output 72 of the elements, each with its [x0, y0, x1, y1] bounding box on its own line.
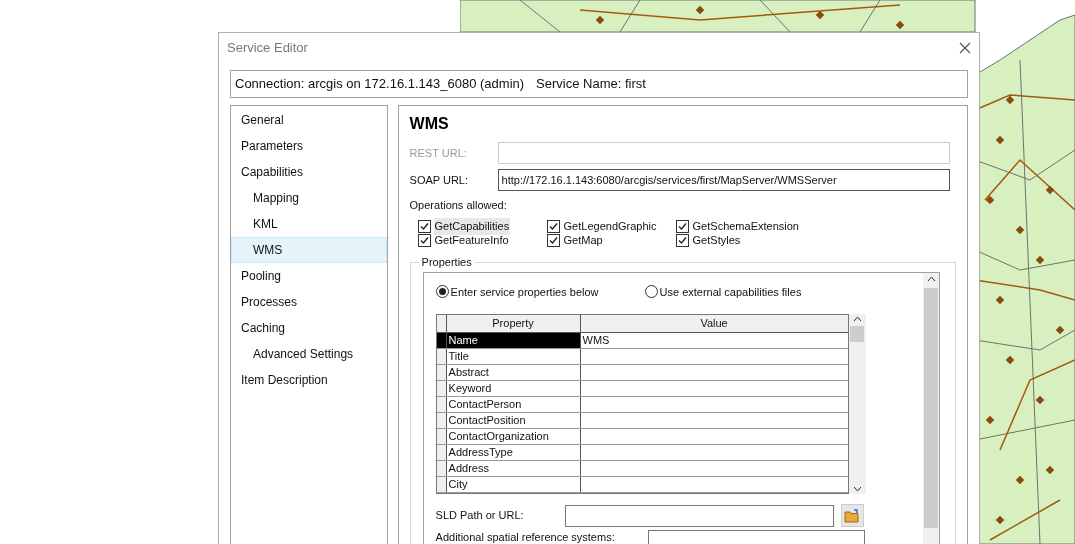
row-header[interactable] [436, 477, 447, 492]
table-cell: Name [446, 333, 581, 348]
scroll-down-icon[interactable] [852, 486, 862, 492]
sidebar-item[interactable]: WMS [231, 237, 387, 263]
field-label: REST URL: [409, 145, 468, 161]
table-cell: City [446, 477, 581, 492]
column-header[interactable]: Property [446, 315, 581, 332]
radio-button[interactable] [644, 285, 658, 299]
row-header[interactable] [436, 413, 447, 428]
radio-label: Use external capabilities files [659, 284, 802, 300]
table-cell: Abstract [446, 365, 581, 380]
row-header[interactable] [436, 349, 447, 364]
scroll-thumb[interactable] [850, 326, 865, 342]
scroll-thumb[interactable] [924, 287, 938, 528]
row-header[interactable] [436, 445, 447, 460]
url-field[interactable] [497, 142, 950, 164]
checkbox-label: GetCapabilities [433, 218, 511, 235]
row-header[interactable] [436, 333, 447, 348]
url-field[interactable]: http://172.16.1.143:6080/arcgis/services/first/MapServer/WMSServer [497, 169, 950, 191]
checkbox-label: GetMap [562, 233, 604, 249]
table-cell: ContactPosition [446, 413, 581, 428]
sidebar-item[interactable]: Caching [231, 315, 387, 341]
connection-text: Connection: arcgis on 172.16.1.143_6080 (admin) [235, 75, 525, 94]
sidebar-item[interactable]: Capabilities [231, 159, 387, 185]
folder-icon [844, 508, 861, 523]
sld-label: SLD Path or URL: [435, 508, 525, 524]
sidebar-item[interactable]: KML [231, 211, 387, 237]
sidebar-item[interactable]: Parameters [231, 133, 387, 159]
checkbox[interactable] [546, 234, 560, 247]
window-title: Service Editor [227, 38, 308, 57]
sidebar-item[interactable]: Processes [231, 289, 387, 315]
panel-scrollbar[interactable] [923, 272, 939, 544]
sidebar-item[interactable]: Mapping [231, 185, 387, 211]
panel-heading: WMS [409, 114, 450, 134]
radio-button[interactable] [435, 285, 449, 299]
checkbox[interactable] [675, 220, 689, 233]
checkbox[interactable] [675, 234, 689, 247]
sidebar-item[interactable]: Item Description [231, 367, 387, 393]
row-header[interactable] [436, 365, 447, 380]
table-cell-text: WMS [581, 333, 611, 348]
row-header[interactable] [436, 397, 447, 412]
checkbox[interactable] [417, 220, 431, 233]
sidebar-item[interactable]: Advanced Settings [231, 341, 387, 367]
row-header[interactable] [436, 381, 447, 396]
checkbox-label: GetSchemaExtension [691, 219, 800, 235]
table-cell: Keyword [446, 381, 581, 396]
sidebar-item[interactable]: Pooling [231, 263, 387, 289]
checkbox-label: GetLegendGraphic [562, 219, 658, 235]
srs-field[interactable] [647, 530, 865, 544]
close-icon[interactable] [959, 41, 971, 54]
checkbox[interactable] [546, 220, 560, 233]
additional-label: Additional spatial reference systems: [435, 530, 616, 544]
column-header[interactable]: Value [580, 315, 848, 332]
checkbox-label: GetStyles [691, 233, 742, 249]
scroll-up-icon[interactable] [926, 275, 936, 282]
row-header[interactable] [436, 429, 447, 444]
operations-label: Operations allowed: [409, 198, 508, 213]
table-cell: Address [446, 461, 581, 476]
table-cell: AddressType [446, 445, 581, 460]
scroll-up-icon[interactable] [852, 316, 862, 322]
field-label: SOAP URL: [409, 172, 470, 188]
table-cell: Title [446, 349, 581, 364]
radio-label: Enter service properties below [450, 284, 599, 300]
browse-button[interactable] [840, 504, 864, 527]
sld-field[interactable] [564, 504, 834, 527]
row-header[interactable] [436, 461, 447, 476]
table-cell: ContactPerson [446, 397, 581, 412]
checkbox[interactable] [417, 234, 431, 247]
checkbox-label: GetFeatureInfo [433, 233, 510, 249]
service-name-text: Service Name: first [536, 75, 646, 94]
table-cell: ContactOrganization [446, 429, 581, 444]
sidebar-item[interactable]: General [231, 107, 387, 133]
